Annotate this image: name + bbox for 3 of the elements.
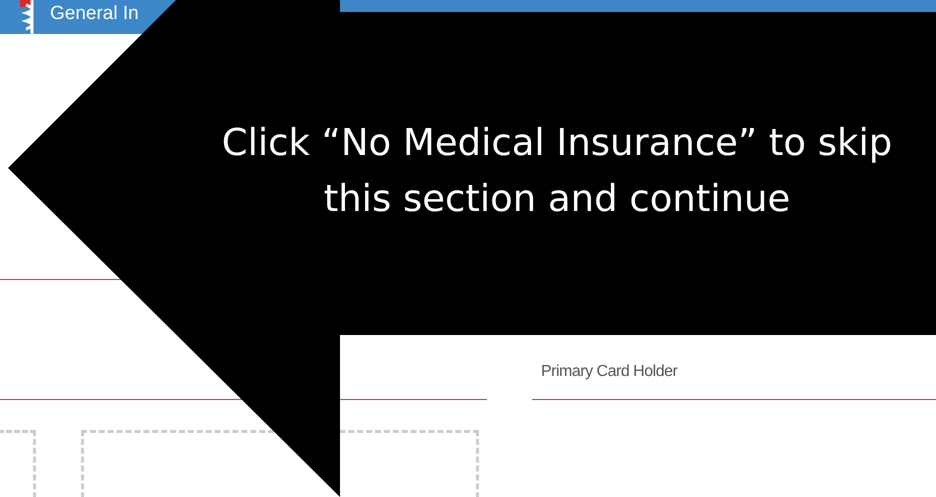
section-label: Primary Card Holder: [540, 362, 678, 382]
callout-text: Click “No Medical Insurance” to skip this section and continue: [220, 120, 894, 222]
nav-tab[interactable]: General In: [50, 3, 139, 25]
